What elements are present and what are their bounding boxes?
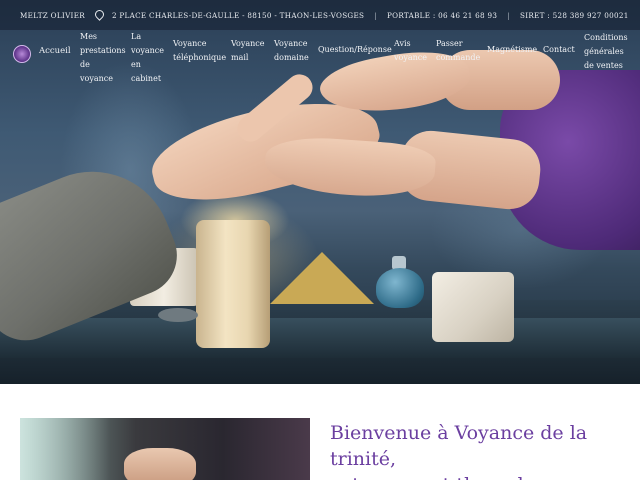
nav-item-question-reponse[interactable]: Question/Réponse bbox=[318, 43, 392, 57]
nav-item-passer-commande[interactable]: Passer commande bbox=[436, 37, 480, 65]
nav-item-mes-prestations[interactable]: Mes prestations de voyance bbox=[80, 30, 126, 86]
page-title: Bienvenue à Voyance de la trinité, votre… bbox=[330, 420, 630, 480]
nav-item-avis-voyance[interactable]: Avis voyance bbox=[394, 37, 427, 65]
address-text: 2 PLACE CHARLES-DE-GAULLE - 88150 - THAO… bbox=[111, 10, 365, 20]
blue-bottle bbox=[376, 268, 424, 308]
site-logo-icon[interactable] bbox=[13, 45, 31, 63]
main-navigation: Accueil Mes prestations de voyance La voyanc… bbox=[0, 30, 640, 83]
nav-item-voyance-cabinet[interactable]: La voyance en cabinet bbox=[131, 30, 164, 86]
intro-image bbox=[20, 418, 310, 480]
nav-item-conditions-generales[interactable]: Conditions générales de ventes bbox=[584, 31, 628, 73]
title-line-2: votre voyant thaon-les-vosges bbox=[330, 472, 630, 480]
nav-item-accueil[interactable]: Accueil bbox=[39, 44, 71, 58]
nav-item-voyance-telephonique[interactable]: Voyance téléphonique bbox=[173, 37, 226, 65]
siret-text: SIRET : 528 389 927 00021 bbox=[519, 10, 629, 20]
location-pin-icon bbox=[95, 10, 102, 20]
title-line-1: Bienvenue à Voyance de la trinité, bbox=[330, 422, 588, 470]
phone-text[interactable]: PORTABLE : 06 46 21 68 93 bbox=[387, 11, 497, 20]
separator: | bbox=[507, 10, 510, 20]
nav-item-magnetisme[interactable]: Magnétisme bbox=[487, 43, 537, 57]
pillar-candle bbox=[196, 220, 270, 348]
crystal-pyramid bbox=[270, 252, 374, 304]
owner-name: MELTZ OLIVIER bbox=[20, 10, 85, 20]
candle-cube bbox=[432, 272, 514, 342]
nav-item-contact[interactable]: Contact bbox=[543, 43, 575, 57]
separator: | bbox=[374, 10, 377, 20]
nav-item-voyance-domaine[interactable]: Voyance domaine bbox=[274, 37, 309, 65]
nav-item-voyance-mail[interactable]: Voyance mail bbox=[231, 37, 265, 65]
top-info-bar: MELTZ OLIVIER 2 PLACE CHARLES-DE-GAULLE … bbox=[0, 0, 640, 30]
